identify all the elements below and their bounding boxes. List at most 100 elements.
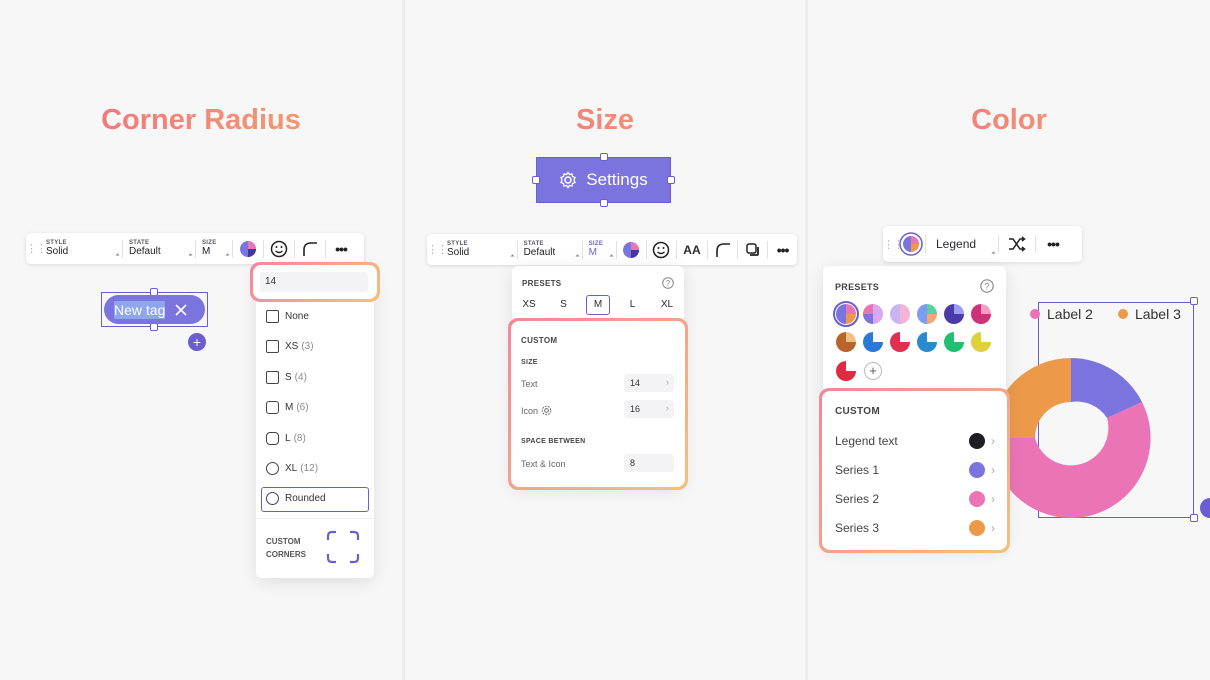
color-picker-icon[interactable] (233, 233, 263, 264)
chevron-right-icon: › (666, 377, 669, 387)
icon-size-input[interactable]: 16 › (624, 400, 674, 418)
shadow-icon[interactable] (738, 234, 767, 265)
palette-swatch[interactable] (971, 304, 991, 324)
legend-dropdown[interactable]: Legend (926, 226, 998, 262)
palette-swatch[interactable] (890, 304, 910, 324)
help-icon[interactable]: ? (662, 277, 674, 289)
donut-chart (991, 358, 1151, 518)
palette-swatch[interactable] (836, 304, 856, 324)
drag-handle-icon[interactable]: ⋮⋮ (883, 238, 904, 251)
drag-handle-icon[interactable]: ⋮⋮ (26, 242, 47, 255)
checkbox-icon (266, 310, 279, 323)
color-picker-icon[interactable] (897, 226, 925, 262)
palette-swatch[interactable] (917, 304, 937, 324)
text-size-label: Text (521, 379, 538, 389)
palette-swatch[interactable] (944, 304, 964, 324)
palette-swatch[interactable] (944, 332, 964, 352)
resize-handle[interactable] (600, 153, 608, 161)
custom-corners-icon[interactable] (326, 530, 360, 564)
radio-icon (266, 492, 279, 505)
more-icon[interactable]: ••• (768, 234, 797, 265)
legend-label-3: Label 3 (1134, 306, 1181, 322)
text-size-input[interactable]: 14 › (624, 374, 674, 392)
space-input[interactable]: 8 (624, 454, 674, 472)
color-toolbar: ⋮⋮ Legend ••• (883, 226, 1082, 262)
palette-swatch[interactable] (917, 332, 937, 352)
text-case-icon[interactable]: AA (677, 234, 708, 265)
option-l[interactable]: L (8) (266, 432, 306, 445)
preset-xs[interactable]: XS (517, 295, 541, 315)
panel-title: Size (405, 104, 805, 137)
option-rounded-selected[interactable]: Rounded (261, 487, 369, 512)
style-dropdown[interactable]: STYLE Solid (40, 233, 122, 264)
resize-handle[interactable] (667, 176, 675, 184)
palette-swatch[interactable] (971, 332, 991, 352)
emoji-icon[interactable] (264, 233, 294, 264)
chevron-right-icon: › (991, 434, 995, 448)
checkbox-icon (266, 401, 279, 414)
checkbox-icon (266, 432, 279, 445)
add-icon[interactable]: + (188, 333, 206, 351)
checkbox-icon (266, 371, 279, 384)
size-dropdown[interactable]: SIZE M (583, 234, 616, 265)
caret-icon (509, 254, 515, 259)
resize-handle[interactable] (532, 176, 540, 184)
preset-s[interactable]: S (552, 295, 576, 315)
settings-button[interactable]: Settings (536, 157, 671, 203)
color-swatch[interactable] (969, 520, 985, 536)
chevron-right-icon: › (666, 403, 669, 413)
gear-icon (541, 405, 552, 416)
preset-m-selected[interactable]: M (586, 295, 610, 315)
emoji-icon[interactable] (647, 234, 676, 265)
new-tag-chip[interactable]: New tag (104, 295, 205, 324)
resize-handle[interactable] (1190, 297, 1198, 305)
style-dropdown[interactable]: STYLE Solid (441, 234, 517, 265)
state-dropdown[interactable]: STATE Default (518, 234, 582, 265)
resize-handle[interactable] (150, 323, 158, 331)
shuffle-icon[interactable] (999, 226, 1035, 262)
color-row-series-2[interactable]: Series 2 › (835, 489, 995, 509)
svg-text:?: ? (984, 282, 989, 292)
radius-input[interactable]: 14 (260, 272, 368, 292)
palette-swatch[interactable] (863, 304, 883, 324)
more-icon[interactable]: ••• (326, 233, 356, 264)
color-picker-icon[interactable] (617, 234, 646, 265)
palette-swatch[interactable] (836, 361, 856, 381)
color-row-legend-text[interactable]: Legend text › (835, 431, 995, 451)
help-icon[interactable]: ? (980, 279, 994, 293)
preset-xl[interactable]: XL (655, 295, 679, 315)
corner-toolbar: ⋮⋮ STYLE Solid STATE Default SIZE M ••• (26, 233, 364, 264)
palette-swatch[interactable] (836, 332, 856, 352)
palette-swatch[interactable] (863, 332, 883, 352)
option-none[interactable]: None (266, 310, 309, 323)
tag-label: New tag (114, 300, 166, 319)
color-row-series-3[interactable]: Series 3 › (835, 518, 995, 538)
more-icon[interactable]: ••• (1036, 226, 1070, 262)
color-row-series-1[interactable]: Series 1 › (835, 460, 995, 480)
corner-radius-icon[interactable] (295, 233, 325, 264)
add-icon[interactable] (1200, 498, 1210, 518)
custom-corners-label: CUSTOM CORNERS (266, 537, 307, 559)
close-icon[interactable] (175, 303, 187, 316)
option-m[interactable]: M (6) (266, 401, 309, 414)
color-swatch[interactable] (969, 462, 985, 478)
add-palette-icon[interactable]: + (864, 362, 882, 380)
option-xl[interactable]: XL (12) (266, 462, 318, 475)
color-swatch[interactable] (969, 491, 985, 507)
radius-input-highlight: 14 (250, 262, 380, 302)
corner-radius-icon[interactable] (708, 234, 737, 265)
option-xs[interactable]: XS (3) (266, 340, 314, 353)
option-s[interactable]: S (4) (266, 371, 307, 384)
resize-handle[interactable] (1190, 514, 1198, 522)
state-dropdown[interactable]: STATE Default (123, 233, 195, 264)
checkbox-icon (266, 340, 279, 353)
legend-label-2: Label 2 (1047, 306, 1093, 322)
size-dropdown[interactable]: SIZE M (196, 233, 232, 264)
palette-swatch[interactable] (890, 332, 910, 352)
chart-legend: Label 2 Label 3 (1030, 306, 1181, 322)
preset-l[interactable]: L (621, 295, 645, 315)
drag-handle-icon[interactable]: ⋮⋮ (427, 243, 448, 256)
color-swatch[interactable] (969, 433, 985, 449)
resize-handle[interactable] (600, 199, 608, 207)
size-panel: Size Settings ⋮⋮ STYLE Solid STATE Defau… (405, 0, 805, 680)
